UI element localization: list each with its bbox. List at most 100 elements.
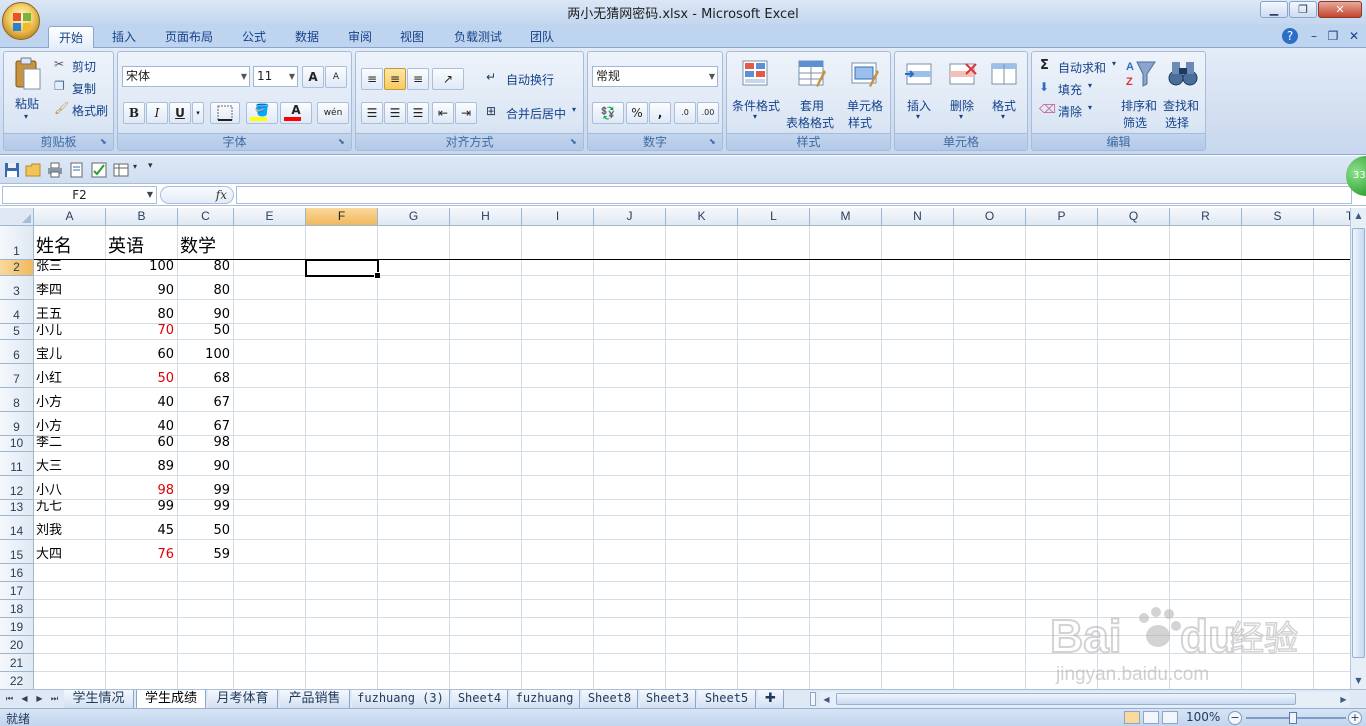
column-header-m[interactable]: M	[810, 208, 882, 226]
cell-n13[interactable]	[882, 500, 954, 516]
cell-b8[interactable]: 40	[106, 388, 178, 412]
row-header-18[interactable]: 18	[0, 600, 34, 618]
cell-f14[interactable]	[306, 516, 378, 540]
cell-p11[interactable]	[1026, 452, 1098, 476]
cell-q4[interactable]	[1098, 300, 1170, 324]
cell-i17[interactable]	[522, 582, 594, 600]
cell-b17[interactable]	[106, 582, 178, 600]
first-sheet-icon[interactable]: ⏮	[3, 692, 16, 706]
cell-n8[interactable]	[882, 388, 954, 412]
row-header-21[interactable]: 21	[0, 654, 34, 672]
cell-r16[interactable]	[1170, 564, 1242, 582]
cell-f12[interactable]	[306, 476, 378, 500]
number-format-select[interactable]: 常规 ▼	[592, 66, 718, 87]
format-as-table-button[interactable]: 套用 表格格式	[784, 55, 840, 130]
cell-r21[interactable]	[1170, 654, 1242, 672]
cell-o11[interactable]	[954, 452, 1026, 476]
name-box[interactable]: F2 ▼	[2, 186, 157, 204]
cell-s20[interactable]	[1242, 636, 1314, 654]
cell-f6[interactable]	[306, 340, 378, 364]
cell-t18[interactable]	[1314, 600, 1350, 618]
cell-e2[interactable]	[234, 260, 306, 276]
cell-r10[interactable]	[1170, 436, 1242, 452]
cell-j14[interactable]	[594, 516, 666, 540]
cell-b18[interactable]	[106, 600, 178, 618]
cell-a7[interactable]: 小红	[34, 364, 106, 388]
cell-m7[interactable]	[810, 364, 882, 388]
align-middle-button[interactable]: ≡	[384, 68, 406, 90]
tab-insert[interactable]: 插入	[104, 26, 144, 48]
cell-a18[interactable]	[34, 600, 106, 618]
cell-t12[interactable]	[1314, 476, 1350, 500]
number-launcher-icon[interactable]: ⬊	[709, 137, 719, 147]
cell-c17[interactable]	[178, 582, 234, 600]
cell-e8[interactable]	[234, 388, 306, 412]
cell-l12[interactable]	[738, 476, 810, 500]
cell-k2[interactable]	[666, 260, 738, 276]
cell-i13[interactable]	[522, 500, 594, 516]
cell-i1[interactable]	[522, 226, 594, 260]
cell-j6[interactable]	[594, 340, 666, 364]
cell-j17[interactable]	[594, 582, 666, 600]
column-header-r[interactable]: R	[1170, 208, 1242, 226]
italic-button[interactable]: I	[146, 102, 168, 124]
cell-f20[interactable]	[306, 636, 378, 654]
cell-i14[interactable]	[522, 516, 594, 540]
cell-g7[interactable]	[378, 364, 450, 388]
cell-a17[interactable]	[34, 582, 106, 600]
cell-e7[interactable]	[234, 364, 306, 388]
cell-c22[interactable]	[178, 672, 234, 689]
cell-h6[interactable]	[450, 340, 522, 364]
cell-c15[interactable]: 59	[178, 540, 234, 564]
cell-e18[interactable]	[234, 600, 306, 618]
cell-f21[interactable]	[306, 654, 378, 672]
cell-r19[interactable]	[1170, 618, 1242, 636]
cell-t7[interactable]	[1314, 364, 1350, 388]
grow-font-button[interactable]: A	[302, 66, 324, 88]
cell-k9[interactable]	[666, 412, 738, 436]
cell-a14[interactable]: 刘我	[34, 516, 106, 540]
cell-g12[interactable]	[378, 476, 450, 500]
cell-m14[interactable]	[810, 516, 882, 540]
cell-o7[interactable]	[954, 364, 1026, 388]
column-header-q[interactable]: Q	[1098, 208, 1170, 226]
cell-i10[interactable]	[522, 436, 594, 452]
cell-m2[interactable]	[810, 260, 882, 276]
cell-t3[interactable]	[1314, 276, 1350, 300]
cell-h11[interactable]	[450, 452, 522, 476]
cell-f10[interactable]	[306, 436, 378, 452]
align-top-button[interactable]: ≡	[361, 68, 383, 90]
cell-m22[interactable]	[810, 672, 882, 689]
sort-filter-button[interactable]: A Z 排序和 筛选	[1120, 55, 1162, 130]
cell-k6[interactable]	[666, 340, 738, 364]
cell-c8[interactable]: 67	[178, 388, 234, 412]
cell-l22[interactable]	[738, 672, 810, 689]
cell-n16[interactable]	[882, 564, 954, 582]
tab-split-handle[interactable]	[810, 692, 816, 706]
cell-s4[interactable]	[1242, 300, 1314, 324]
increase-decimal-button[interactable]: .0	[674, 102, 696, 124]
row-header-19[interactable]: 19	[0, 618, 34, 636]
cell-q17[interactable]	[1098, 582, 1170, 600]
cell-f7[interactable]	[306, 364, 378, 388]
cell-k5[interactable]	[666, 324, 738, 340]
cell-i8[interactable]	[522, 388, 594, 412]
cell-a8[interactable]: 小方	[34, 388, 106, 412]
cell-h1[interactable]	[450, 226, 522, 260]
cell-t11[interactable]	[1314, 452, 1350, 476]
cell-l13[interactable]	[738, 500, 810, 516]
cell-a19[interactable]	[34, 618, 106, 636]
cell-t1[interactable]	[1314, 226, 1350, 260]
find-select-button[interactable]: 查找和 选择	[1162, 55, 1204, 130]
cell-t13[interactable]	[1314, 500, 1350, 516]
column-header-i[interactable]: I	[522, 208, 594, 226]
help-icon[interactable]: ?	[1282, 28, 1298, 44]
print-preview-icon[interactable]	[69, 162, 85, 178]
cell-j13[interactable]	[594, 500, 666, 516]
page-layout-view-button[interactable]	[1143, 711, 1159, 724]
cell-k4[interactable]	[666, 300, 738, 324]
cell-i12[interactable]	[522, 476, 594, 500]
paste-button[interactable]: 粘贴 ▾	[8, 55, 48, 129]
row-header-12[interactable]: 12	[0, 476, 34, 500]
cell-s12[interactable]	[1242, 476, 1314, 500]
